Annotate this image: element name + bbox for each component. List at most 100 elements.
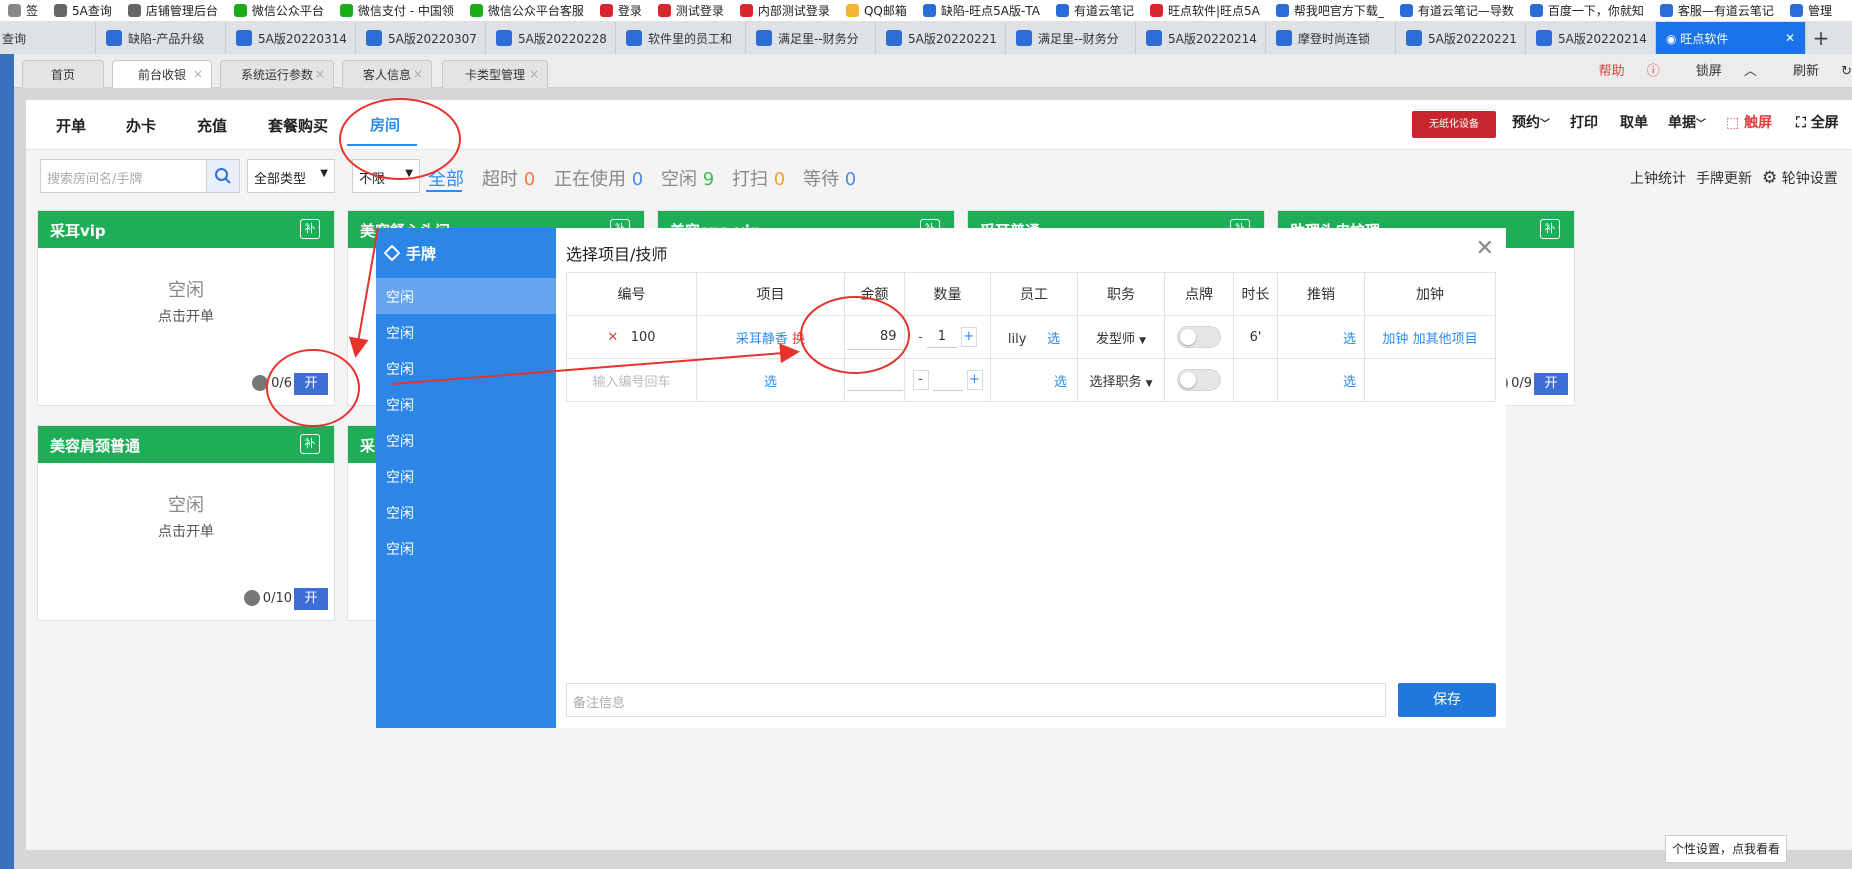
search-button[interactable]: [206, 159, 240, 193]
close-tab-icon[interactable]: ✕: [1785, 31, 1795, 45]
bill-menu[interactable]: 单据﹀: [1668, 112, 1706, 132]
touch-screen-button[interactable]: ⬚ 触屏: [1726, 112, 1772, 132]
browser-tab[interactable]: 5A版20220307: [356, 22, 486, 54]
plus-button[interactable]: +: [966, 370, 983, 390]
hand-tag-item[interactable]: 空闲: [376, 458, 556, 494]
app-tab[interactable]: 客人信息 ×: [342, 60, 432, 88]
browser-tab[interactable]: 满足里--财务分: [1006, 22, 1136, 54]
dianpai-toggle[interactable]: [1177, 326, 1221, 348]
room-card[interactable]: 采耳vip 补空闲 点击开单 0/6 开: [37, 210, 335, 406]
close-tab-icon[interactable]: ×: [529, 67, 539, 81]
hand-tag-item[interactable]: 空闲: [376, 278, 556, 314]
open-order-hint[interactable]: 点击开单: [38, 306, 334, 326]
select-staff-link[interactable]: 选: [1047, 332, 1060, 347]
rotation-settings-link[interactable]: ⚙ 轮钟设置: [1762, 168, 1838, 188]
swap-link[interactable]: 换: [792, 332, 805, 347]
app-tab[interactable]: 系统运行参数 ×: [220, 60, 334, 88]
open-order-hint[interactable]: 点击开单: [38, 521, 334, 541]
menu-room[interactable]: 房间: [370, 114, 400, 135]
code-input-cell[interactable]: 输入编号回车: [566, 358, 697, 402]
dianpai-toggle[interactable]: [1177, 369, 1221, 391]
menu-recharge[interactable]: 充值: [197, 115, 227, 136]
hand-tag-item[interactable]: 空闲: [376, 530, 556, 566]
browser-tab[interactable]: 软件里的员工和: [616, 22, 746, 54]
hand-tag-item[interactable]: 空闲: [376, 494, 556, 530]
project-cell[interactable]: 采耳静香 换: [696, 315, 845, 359]
delete-icon[interactable]: ✕: [607, 330, 618, 345]
close-tab-icon[interactable]: ×: [413, 67, 423, 81]
browser-tab[interactable]: 查询: [0, 22, 96, 54]
select-project-link[interactable]: 选: [764, 375, 777, 390]
plus-button[interactable]: +: [960, 327, 977, 347]
update-link[interactable]: 手牌更新: [1696, 168, 1752, 188]
app-tab[interactable]: 首页: [22, 60, 104, 88]
project-cell[interactable]: 选: [696, 358, 845, 402]
quantity-stepper[interactable]: - +: [912, 369, 983, 391]
browser-tab[interactable]: 摩登时尚连锁: [1266, 22, 1396, 54]
amount-input[interactable]: 89: [846, 324, 903, 350]
amount-cell[interactable]: [844, 358, 905, 402]
app-tab[interactable]: 卡类型管理 ×: [442, 60, 548, 88]
browser-tab[interactable]: 满足里--财务分: [746, 22, 876, 54]
quantity-stepper[interactable]: -1 +: [918, 326, 977, 348]
close-icon[interactable]: ✕: [1476, 236, 1494, 261]
new-tab-button[interactable]: +: [1806, 26, 1836, 50]
add-clock-link[interactable]: 加钟: [1382, 332, 1408, 347]
browser-tab[interactable]: 5A版20220214: [1136, 22, 1266, 54]
bookmark-item[interactable]: 微信支付 - 中国领: [332, 2, 462, 19]
code-input[interactable]: 输入编号回车: [592, 375, 670, 390]
close-tab-icon[interactable]: ×: [193, 67, 203, 81]
fullscreen-button[interactable]: ⛶ 全屏: [1796, 112, 1839, 132]
select-promote-link[interactable]: 选: [1343, 375, 1356, 390]
browser-tab[interactable]: 5A版20220228: [486, 22, 616, 54]
bookmark-item[interactable]: 测试登录: [650, 2, 732, 19]
hand-tag-item[interactable]: 空闲: [376, 314, 556, 350]
save-button[interactable]: 保存: [1398, 683, 1496, 717]
open-button[interactable]: 开: [294, 373, 328, 395]
browser-tab-active[interactable]: ◉ 旺点软件 ✕: [1656, 22, 1806, 54]
role-cell[interactable]: 选择职务 ▼: [1077, 358, 1165, 402]
bookmark-item[interactable]: 管理: [1782, 2, 1840, 19]
menu-package[interactable]: 套餐购买: [268, 115, 328, 136]
room-card[interactable]: 美容肩颈普通 补空闲 点击开单 0/10 开: [37, 425, 335, 621]
minus-button[interactable]: -: [912, 370, 929, 390]
browser-tab[interactable]: 5A版20220221: [1396, 22, 1526, 54]
bookmark-item[interactable]: 客服—有道云笔记: [1652, 2, 1782, 19]
lock-button[interactable]: 锁屏 ︿: [1678, 60, 1757, 79]
personal-settings-tooltip[interactable]: 个性设置，点我看看: [1665, 835, 1787, 863]
open-button[interactable]: 开: [294, 588, 328, 610]
remarks-input[interactable]: 备注信息: [566, 683, 1386, 717]
print-button[interactable]: 打印: [1570, 112, 1598, 132]
filter-in-use[interactable]: 正在使用 0: [554, 165, 643, 191]
bookmark-item[interactable]: 有道云笔记—导数: [1392, 2, 1522, 19]
amount-cell[interactable]: 89: [844, 315, 905, 359]
filter-idle[interactable]: 空闲 9: [661, 165, 714, 191]
help-button[interactable]: 帮助 ⓘ: [1581, 60, 1660, 79]
hand-tag-item[interactable]: 空闲: [376, 386, 556, 422]
open-button[interactable]: 开: [1534, 373, 1568, 395]
minus-button[interactable]: -: [918, 330, 923, 345]
bookmark-item[interactable]: QQ邮箱: [838, 2, 915, 19]
bookmark-item[interactable]: 微信公众平台客服: [462, 2, 592, 19]
filter-waiting[interactable]: 等待 0: [803, 165, 856, 191]
bookmark-item[interactable]: 登录: [592, 2, 650, 19]
paperless-device-button[interactable]: 无纸化设备: [1412, 111, 1496, 138]
filter-overtime[interactable]: 超时 0: [482, 165, 535, 191]
filter-cleaning[interactable]: 打扫 0: [732, 165, 785, 191]
supplement-button[interactable]: 补: [300, 434, 320, 454]
hand-tag-item[interactable]: 空闲: [376, 422, 556, 458]
select-staff-link[interactable]: 选: [1054, 375, 1067, 390]
close-tab-icon[interactable]: ×: [315, 67, 325, 81]
hand-tag-item[interactable]: 空闲: [376, 350, 556, 386]
browser-tab[interactable]: 5A版20220314: [226, 22, 356, 54]
supplement-button[interactable]: 补: [300, 219, 320, 239]
take-order-button[interactable]: 取单: [1620, 112, 1648, 132]
add-other-project-link[interactable]: 加其他项目: [1413, 332, 1478, 347]
browser-tab[interactable]: 5A版20220214: [1526, 22, 1656, 54]
bookmark-item[interactable]: 签: [0, 2, 46, 19]
browser-tab[interactable]: 缺陷-产品升级: [96, 22, 226, 54]
bookmark-item[interactable]: 百度一下，你就知: [1522, 2, 1652, 19]
menu-card[interactable]: 办卡: [126, 115, 156, 136]
limit-select[interactable]: 不限 ▼: [352, 159, 420, 193]
app-tab[interactable]: 前台收银 ×: [112, 60, 212, 88]
